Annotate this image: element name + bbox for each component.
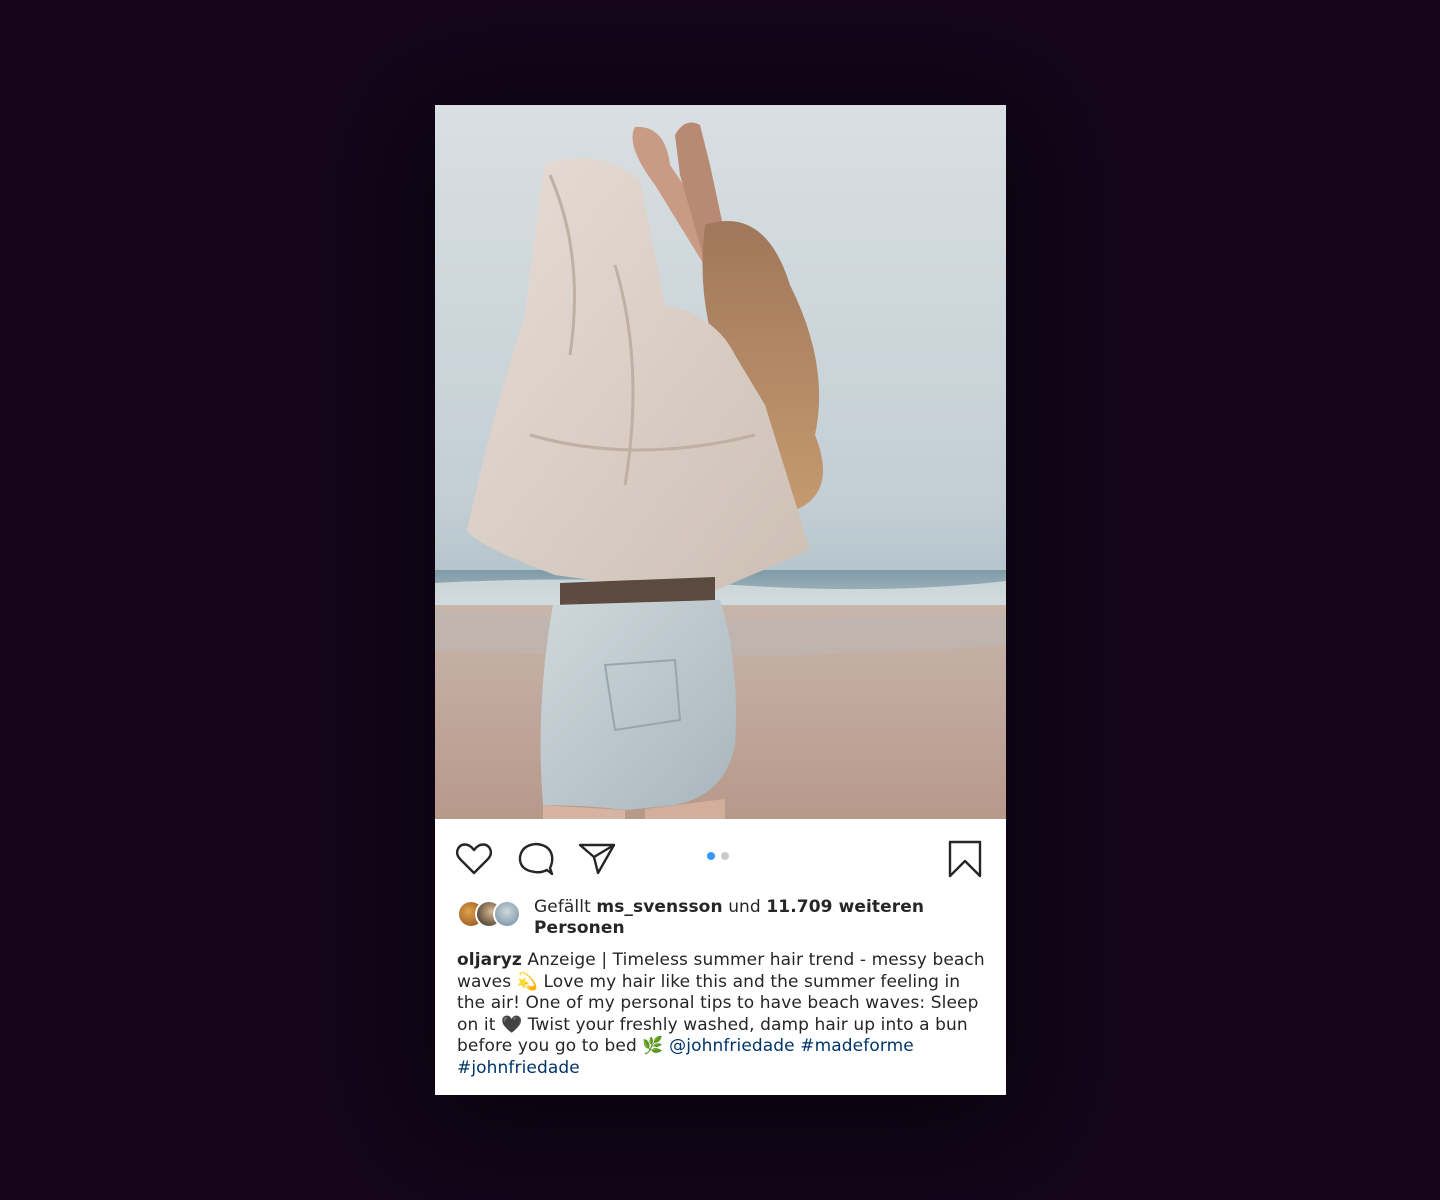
page-background: Gefällt ms_svensson und 11.709 weiteren … bbox=[0, 0, 1440, 1200]
post-caption: oljaryz Anzeige | Timeless summer hair t… bbox=[457, 950, 987, 1079]
paper-plane-icon bbox=[578, 843, 616, 875]
post-photo[interactable] bbox=[435, 105, 1006, 819]
avatar[interactable] bbox=[493, 900, 521, 928]
bookmark-outline-icon bbox=[948, 840, 982, 878]
caption-username[interactable]: oljaryz bbox=[457, 950, 522, 970]
like-button[interactable] bbox=[454, 839, 494, 879]
comment-bubble-icon bbox=[518, 842, 554, 876]
liker-avatars bbox=[457, 900, 527, 930]
likes-connector: und bbox=[728, 897, 761, 917]
heart-outline-icon bbox=[455, 843, 493, 875]
liker-username[interactable]: ms_svensson bbox=[596, 897, 722, 917]
likes-row: Gefällt ms_svensson und 11.709 weiteren … bbox=[457, 897, 987, 943]
likes-count[interactable]: 11.709 weiteren bbox=[766, 897, 924, 917]
save-button[interactable] bbox=[945, 839, 985, 879]
post-photo-illustration bbox=[435, 105, 1006, 819]
comment-button[interactable] bbox=[516, 839, 556, 879]
carousel-dot-active bbox=[707, 852, 715, 860]
likes-prefix: Gefällt bbox=[534, 897, 591, 917]
caption-hashtag[interactable]: #johnfriedade bbox=[457, 1058, 580, 1078]
instagram-post-card: Gefällt ms_svensson und 11.709 weiteren … bbox=[435, 105, 1006, 1095]
likes-suffix[interactable]: Personen bbox=[534, 918, 625, 938]
carousel-indicator bbox=[707, 852, 729, 860]
post-action-bar bbox=[435, 819, 1006, 895]
share-button[interactable] bbox=[577, 839, 617, 879]
caption-mention[interactable]: @johnfriedade bbox=[669, 1036, 795, 1056]
caption-hashtag[interactable]: #madeforme bbox=[800, 1036, 914, 1056]
likes-summary: Gefällt ms_svensson und 11.709 weiteren … bbox=[534, 897, 994, 939]
carousel-dot bbox=[721, 852, 729, 860]
